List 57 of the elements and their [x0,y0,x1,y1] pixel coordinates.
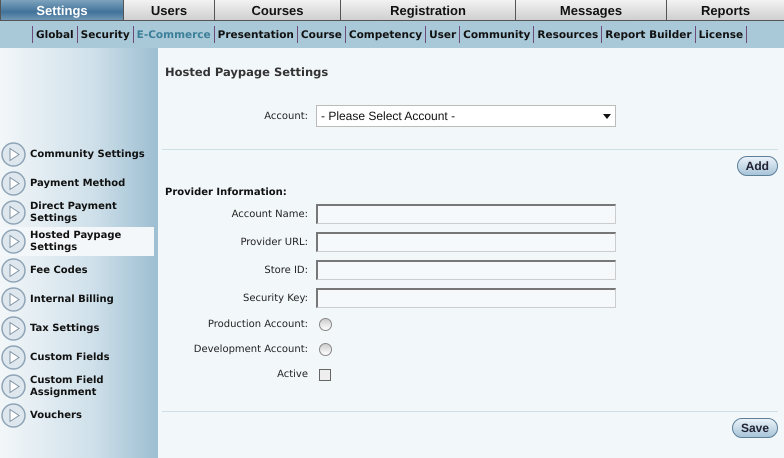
main-tab[interactable]: Messages [515,0,666,21]
text-field[interactable] [316,288,616,308]
sub-tab[interactable]: Resources [534,28,602,40]
play-icon [1,171,26,196]
sidebar-item[interactable]: Payment Method [0,169,154,198]
field-label: Development Account: [192,344,308,355]
main-tab[interactable]: Settings [0,0,123,21]
field-label: Security Key: [242,292,308,304]
section-title: Provider Information: [165,187,288,198]
main-tab[interactable]: Reports [666,0,784,21]
main-tab[interactable]: Courses [214,0,340,21]
field-label: Production Account: [206,319,308,330]
sidebar-item[interactable]: Custom Field Assignment [0,372,154,401]
sub-tab[interactable]: Presentation [214,28,297,40]
radio-button[interactable] [319,343,332,356]
sub-tab[interactable]: Global [33,28,77,40]
page-title: Hosted Paypage Settings [165,65,330,79]
text-field[interactable] [316,204,616,224]
add-button[interactable]: Add [736,156,778,176]
field-label: Account Name: [230,208,308,220]
field-label: Active [276,369,308,380]
sub-tab[interactable]: License [696,28,746,40]
save-button[interactable]: Save [732,418,778,438]
text-field[interactable] [316,232,616,252]
sidebar-item[interactable]: Fee Codes [0,256,154,285]
radio-button[interactable] [319,318,332,331]
sub-tab[interactable]: Security [78,28,133,40]
checkbox[interactable] [319,368,331,380]
caret-icon [603,114,611,118]
play-icon [1,142,26,167]
sidebar-item[interactable]: Hosted Paypage Settings [0,227,154,256]
sub-tab[interactable]: Competency [346,28,426,40]
main-tab[interactable]: Users [123,0,214,21]
sidebar-item[interactable]: Community Settings [0,140,154,169]
play-icon [1,229,26,254]
play-icon [1,200,26,225]
field-label: Account: [263,110,308,122]
sub-tab[interactable]: User [426,28,460,40]
sidebar-item[interactable]: Direct Payment Settings [0,198,154,227]
sidebar-item[interactable]: Vouchers [0,401,154,430]
main-tab[interactable]: Registration [340,0,515,21]
sub-tab[interactable]: Community [460,28,534,40]
play-icon [1,345,26,370]
field-label: Provider URL: [239,236,308,248]
sidebar-item[interactable]: Tax Settings [0,314,154,343]
play-icon [1,258,26,283]
sub-tab[interactable]: Course [298,28,345,40]
play-icon [1,316,26,341]
text-field[interactable] [316,260,616,280]
field-label: Store ID: [263,264,308,276]
play-icon [1,374,26,399]
sidebar-item[interactable]: Custom Fields [0,343,154,372]
sidebar-item[interactable]: Internal Billing [0,285,154,314]
play-icon [1,287,26,312]
play-icon [1,403,26,428]
account-select[interactable]: - Please Select Account - [316,105,616,127]
sub-tab[interactable]: Report Builder [602,28,695,40]
